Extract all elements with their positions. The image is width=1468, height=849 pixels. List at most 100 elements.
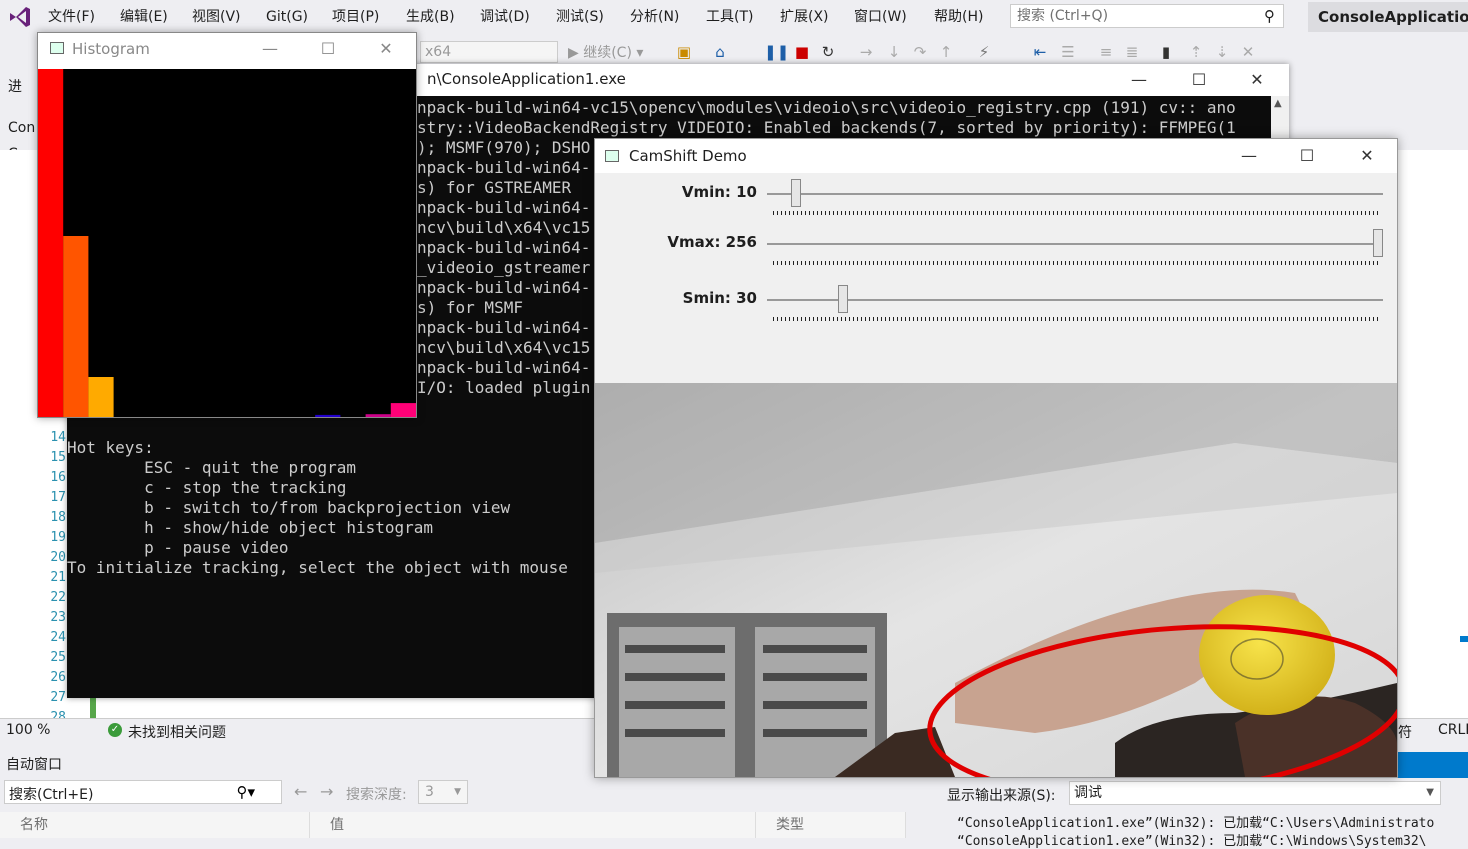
slider-label: Vmin: 10: [681, 183, 757, 201]
continue-button[interactable]: ▶ 继续(C) ▾: [568, 42, 643, 62]
home-icon[interactable]: ⌂: [710, 42, 730, 62]
histogram-bar: [88, 377, 114, 417]
forward-arrow-icon[interactable]: →: [320, 782, 333, 801]
bookmark-clear-icon[interactable]: ✕: [1238, 42, 1258, 62]
zoom-level[interactable]: 100 %: [6, 722, 50, 738]
menu-item[interactable]: 文件(F): [48, 6, 95, 28]
step-out-icon[interactable]: ↑: [936, 42, 956, 62]
histogram-bar: [315, 414, 341, 417]
slider-thumb[interactable]: [790, 179, 801, 207]
restart-icon[interactable]: ↻: [818, 42, 838, 62]
menu-item[interactable]: Git(G): [266, 6, 308, 28]
hotkey-line: p - pause video: [67, 538, 289, 557]
menu-item[interactable]: 窗口(W): [854, 6, 907, 28]
hot-reload-icon[interactable]: ⚡: [974, 42, 994, 62]
slider-thumb[interactable]: [838, 285, 848, 313]
slider-label: Vmax: 256: [667, 233, 757, 251]
maximize-icon[interactable]: ☐: [1287, 144, 1327, 168]
slider-ticks: [773, 317, 1379, 321]
scroll-up-icon[interactable]: ▲: [1274, 98, 1282, 109]
autos-search-input[interactable]: 搜索(Ctrl+E) ⚲▾: [4, 780, 282, 804]
encoding-label[interactable]: 符: [1398, 722, 1412, 742]
menu-item[interactable]: 分析(N): [630, 6, 679, 28]
histogram-plot: [38, 69, 416, 417]
platform-combo[interactable]: x64: [420, 41, 558, 63]
menu-item[interactable]: 调试(D): [480, 6, 530, 28]
strip-label-2[interactable]: Con: [8, 120, 35, 136]
scroll-marker: [1460, 636, 1468, 642]
menu-item[interactable]: 视图(V): [192, 6, 241, 28]
autos-search-placeholder: 搜索(Ctrl+E): [9, 787, 94, 803]
step-back-icon[interactable]: ↷: [910, 42, 930, 62]
histogram-bar: [390, 403, 416, 417]
camera-view[interactable]: [595, 383, 1397, 777]
step-into-icon[interactable]: ↓: [884, 42, 904, 62]
indent-icon[interactable]: ☰: [1058, 42, 1078, 62]
slider-thumb[interactable]: [1373, 229, 1383, 257]
maximize-icon[interactable]: ☐: [1179, 68, 1219, 92]
status-bar-accent: [1398, 752, 1468, 778]
strip-label-1: 进: [8, 79, 22, 95]
folder-icon[interactable]: ▣: [674, 42, 694, 62]
line-ending-label[interactable]: CRLF: [1438, 722, 1468, 738]
slider-track[interactable]: [767, 299, 1383, 301]
uncomment-icon[interactable]: ≣: [1122, 42, 1142, 62]
vs-search-input[interactable]: 搜索 (Ctrl+Q) ⚲: [1010, 4, 1284, 28]
menu-item[interactable]: 编辑(E): [120, 6, 168, 28]
hotkey-line: b - switch to/from backprojection view: [67, 498, 511, 517]
search-depth-select[interactable]: 3 ▼: [418, 780, 468, 804]
line-number: 17: [50, 490, 66, 505]
line-number: 20: [50, 550, 66, 565]
histogram-canvas[interactable]: [38, 69, 416, 417]
comment-icon[interactable]: ≡: [1096, 42, 1116, 62]
close-icon[interactable]: ✕: [1237, 68, 1277, 92]
hotkey-line: To initialize tracking, select the objec…: [67, 558, 568, 577]
hotkey-line: ESC - quit the program: [67, 458, 356, 477]
bookmark-icon[interactable]: ▮: [1156, 42, 1176, 62]
window-app-icon: [605, 150, 619, 162]
line-number: 25: [50, 650, 66, 665]
line-number: 23: [50, 610, 66, 625]
slider-ticks: [773, 261, 1379, 265]
close-icon[interactable]: ✕: [1347, 144, 1387, 168]
minimize-icon[interactable]: —: [1229, 144, 1269, 168]
output-source-select[interactable]: 调试 ▼: [1069, 781, 1441, 805]
line-number: 24: [50, 630, 66, 645]
slider-track[interactable]: [767, 243, 1383, 245]
close-icon[interactable]: ✕: [366, 37, 406, 61]
minimize-icon[interactable]: —: [250, 37, 290, 61]
breakpoint-icon[interactable]: ⇤: [1030, 42, 1050, 62]
step-over-icon[interactable]: →: [856, 42, 876, 62]
chevron-down-icon: ▼: [1426, 787, 1434, 798]
line-number: 27: [50, 690, 66, 705]
line-number: 15: [50, 450, 66, 465]
line-number: 18: [50, 510, 66, 525]
line-number: 21: [50, 570, 66, 585]
pause-icon[interactable]: ❚❚: [764, 42, 789, 62]
histogram-window[interactable]: Histogram — ☐ ✕: [37, 32, 417, 418]
menu-item[interactable]: 帮助(H): [934, 6, 983, 28]
menu-item[interactable]: 工具(T): [706, 6, 753, 28]
menu-item[interactable]: 扩展(X): [780, 6, 829, 28]
camshift-window[interactable]: CamShift Demo — ☐ ✕ Vmin: 10 Vmax: 256 Smi…: [594, 138, 1398, 778]
minimize-icon[interactable]: —: [1119, 68, 1159, 92]
maximize-icon[interactable]: ☐: [308, 37, 348, 61]
back-arrow-icon[interactable]: ←: [294, 782, 307, 801]
issues-status[interactable]: 未找到相关问题: [128, 722, 226, 742]
visual-studio-logo-icon[interactable]: [6, 4, 34, 30]
vs-search-placeholder: 搜索 (Ctrl+Q): [1017, 8, 1109, 24]
menu-item[interactable]: 测试(S): [556, 6, 604, 28]
window-app-icon: [50, 42, 64, 54]
bookmark-prev-icon[interactable]: ⇡: [1186, 42, 1206, 62]
stop-icon[interactable]: ■: [792, 42, 812, 62]
slider-track[interactable]: [767, 193, 1383, 195]
line-number: 14: [50, 430, 66, 445]
col-name[interactable]: 名称: [0, 812, 310, 838]
col-type[interactable]: 类型: [756, 812, 906, 838]
col-value[interactable]: 值: [310, 812, 756, 838]
menu-item[interactable]: 生成(B): [406, 6, 455, 28]
line-number: 26: [50, 670, 66, 685]
bookmark-next-icon[interactable]: ⇣: [1212, 42, 1232, 62]
camshift-titlebar[interactable]: CamShift Demo — ☐ ✕: [595, 139, 1397, 173]
menu-item[interactable]: 项目(P): [332, 6, 379, 28]
